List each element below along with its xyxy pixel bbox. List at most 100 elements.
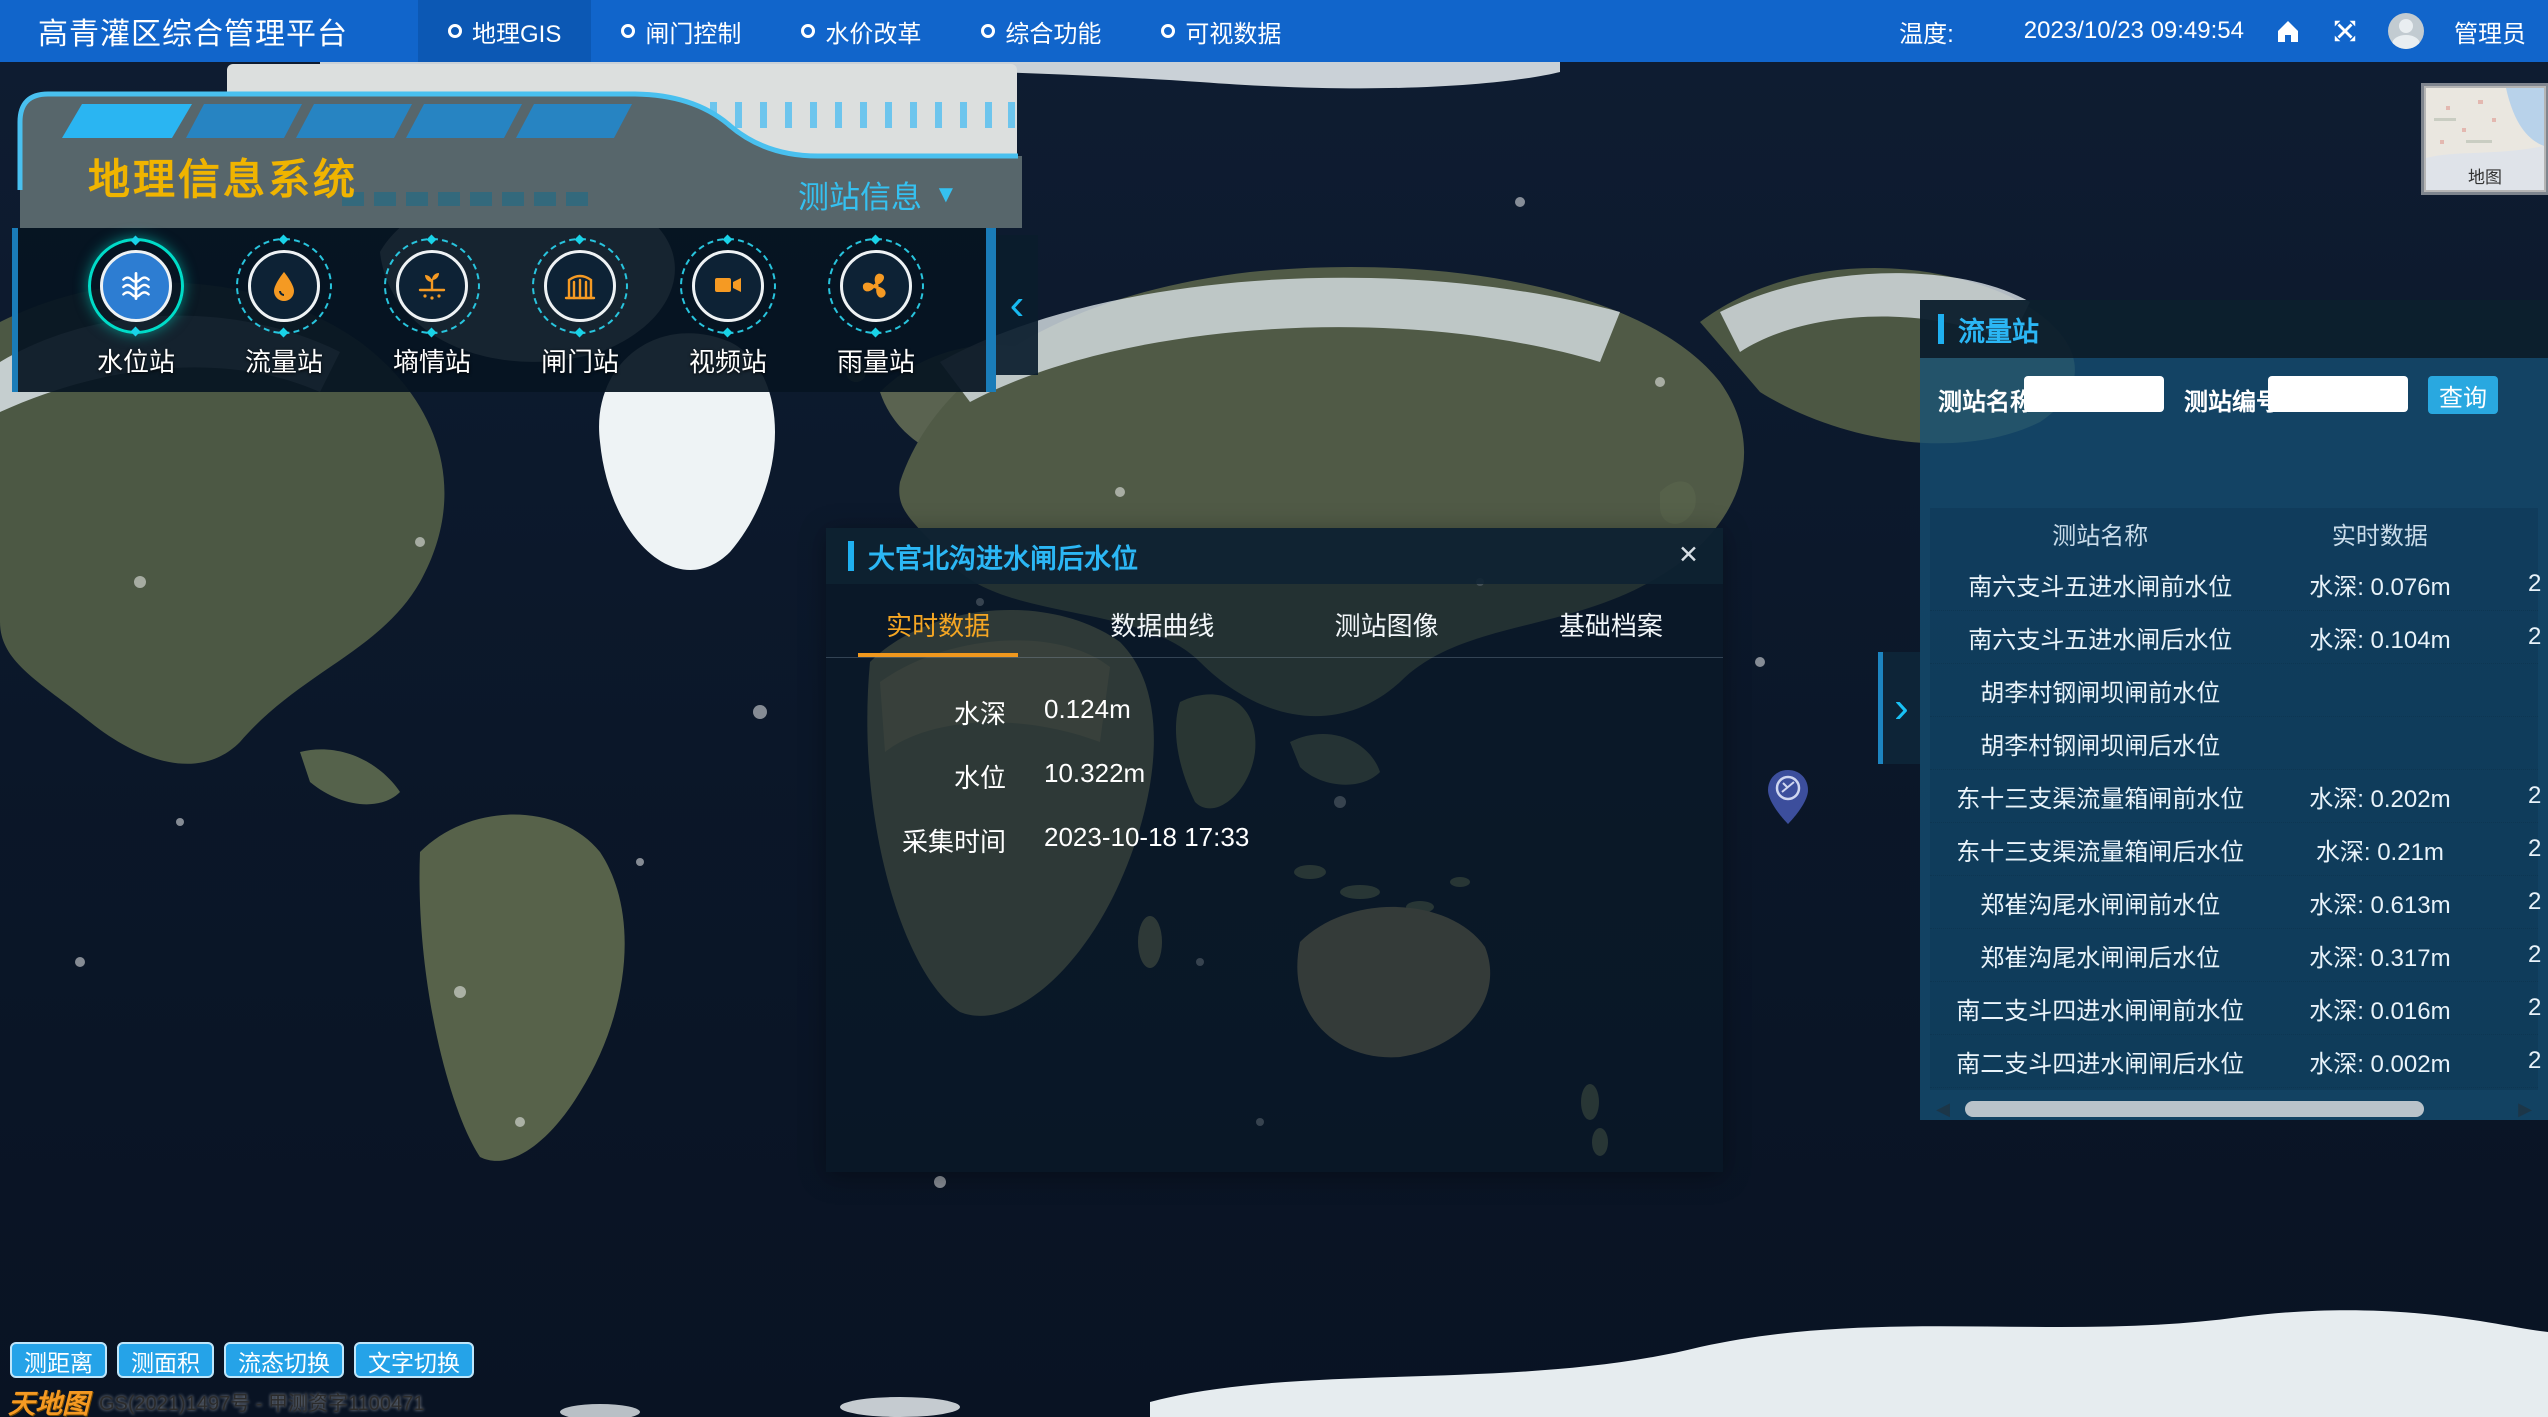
field-label: 水位 (826, 758, 1006, 795)
cell-station-name: 胡李村钢闸坝闸后水位 (1930, 726, 2270, 761)
table-row[interactable]: 郑崔沟尾水闸闸前水位 水深: 0.613m 2 (1930, 876, 2538, 929)
cell-station-name: 南六支斗五进水闸后水位 (1930, 620, 2270, 655)
flow-state-toggle-button[interactable]: 流态切换 (224, 1342, 344, 1378)
minimap[interactable]: 地图 (2424, 86, 2546, 192)
measure-area-button[interactable]: 测面积 (117, 1342, 214, 1378)
video-icon (710, 268, 746, 304)
tianditu-logo: 天地图 (8, 1382, 89, 1417)
nav-item-water-price[interactable]: 水价改革 (771, 0, 951, 62)
field-collect-time: 采集时间 2023-10-18 17:33 (826, 822, 1723, 859)
station-type-video[interactable]: 视频站 (668, 238, 788, 379)
table-row[interactable]: 郑崔沟尾水闸闸后水位 水深: 0.317m 2 (1930, 929, 2538, 982)
nav-label: 水价改革 (825, 14, 921, 49)
cell-realtime-value: 水深: 0.016m (2270, 991, 2489, 1026)
gis-panel-collapse-button[interactable]: ‹ (996, 235, 1038, 375)
home-icon[interactable] (2274, 17, 2302, 45)
user-name[interactable]: 管理员 (2454, 14, 2526, 49)
table-row[interactable]: 南二支斗四进水闸闸前水位 水深: 0.016m 2 (1930, 982, 2538, 1035)
col-header-realtime: 实时数据 (2270, 516, 2489, 551)
station-code-input[interactable] (2268, 376, 2408, 412)
measure-distance-button[interactable]: 测距离 (10, 1342, 107, 1378)
cell-station-name: 南二支斗四进水闸闸后水位 (1930, 1044, 2270, 1079)
cell-station-name: 郑崔沟尾水闸闸前水位 (1930, 885, 2270, 920)
station-map-pin[interactable] (1766, 768, 1810, 826)
tab-basic-archive[interactable]: 基础档案 (1499, 606, 1723, 657)
station-type-flow[interactable]: 流量站 (224, 238, 344, 379)
cell-clipped-time: 2 (2528, 570, 2548, 598)
temperature-label: 温度: (1899, 14, 1954, 49)
tab-realtime-data[interactable]: 实时数据 (826, 606, 1050, 657)
tab-station-image[interactable]: 测站图像 (1275, 606, 1499, 657)
station-type-gate[interactable]: 闸门站 (520, 238, 640, 379)
text-toggle-button[interactable]: 文字切换 (354, 1342, 474, 1378)
table-row[interactable]: 南二支斗四进水闸闸后水位 水深: 0.002m 2 (1930, 1035, 2538, 1088)
flow-station-panel: 流量站 测站名称 测站编号 查询 测站名称 实时数据 南六支斗五进水闸前水位 水… (1920, 300, 2548, 1120)
nav-label: 地理GIS (472, 14, 561, 49)
station-type-label: 雨量站 (837, 342, 915, 379)
field-value: 0.124m (1044, 694, 1131, 731)
table-row[interactable]: 南六支斗五进水闸前水位 水深: 0.076m 2 (1930, 558, 2538, 611)
nav-circle-icon (448, 24, 462, 38)
cell-realtime-value: 水深: 0.613m (2270, 885, 2489, 920)
query-button[interactable]: 查询 (2428, 376, 2498, 414)
nav-label: 闸门控制 (645, 14, 741, 49)
fullscreen-icon[interactable] (2332, 18, 2358, 44)
nav-circle-icon (801, 24, 815, 38)
nav-item-visual-data[interactable]: 可视数据 (1131, 0, 1311, 62)
close-icon[interactable]: ✕ (1678, 540, 1699, 570)
nav-circle-icon (981, 24, 995, 38)
station-type-label: 视频站 (689, 342, 767, 379)
cell-realtime-value: 水深: 0.317m (2270, 938, 2489, 973)
realtime-fields: 水深 0.124m 水位 10.322m 采集时间 2023-10-18 17:… (826, 694, 1723, 859)
table-row[interactable]: 南六支斗五进水闸后水位 水深: 0.104m 2 (1930, 611, 2538, 664)
gis-panel-title: 地理信息系统 (88, 146, 358, 207)
table-row[interactable]: 胡李村钢闸坝闸后水位 (1930, 717, 2538, 770)
scroll-right-icon[interactable]: ▶ (2514, 1099, 2536, 1120)
title-accent-bar (848, 541, 854, 571)
nav-item-comprehensive[interactable]: 综合功能 (951, 0, 1131, 62)
water-level-icon (117, 267, 155, 305)
table-row[interactable]: 胡李村钢闸坝闸前水位 (1930, 664, 2538, 717)
soil-moisture-icon (414, 268, 450, 304)
station-type-label: 流量站 (245, 342, 323, 379)
title-accent-bar (1938, 314, 1944, 344)
user-avatar[interactable] (2388, 13, 2424, 49)
station-type-water-level[interactable]: 水位站 (76, 238, 196, 379)
station-ring (828, 238, 924, 334)
nav-item-gis[interactable]: 地理GIS (418, 0, 591, 62)
chevron-down-icon: ▼ (934, 181, 958, 209)
station-type-label: 水位站 (97, 342, 175, 379)
field-water-level: 水位 10.322m (826, 758, 1723, 795)
station-type-rain[interactable]: 雨量站 (816, 238, 936, 379)
nav-item-gate-control[interactable]: 闸门控制 (591, 0, 771, 62)
nav-circle-icon (621, 24, 635, 38)
total-count: 共 865 条 (1934, 1115, 2029, 1120)
station-type-soil-moisture[interactable]: 墒情站 (372, 238, 492, 379)
flow-panel-expand-button[interactable]: › (1878, 652, 1920, 764)
cell-station-name: 胡李村钢闸坝闸前水位 (1930, 673, 2270, 708)
cell-clipped-time: 2 (2528, 994, 2548, 1022)
field-label: 采集时间 (826, 822, 1006, 859)
tab-data-curve[interactable]: 数据曲线 (1050, 606, 1274, 657)
app-title: 高青灌区综合管理平台 (38, 9, 348, 53)
popup-body: 实时数据 数据曲线 测站图像 基础档案 水深 0.124m 水位 10.322m… (826, 584, 1723, 1172)
station-code-label: 测站编号 (2184, 382, 2280, 417)
station-name-label: 测站名称 (1938, 382, 2034, 417)
station-ring (88, 238, 184, 334)
flow-panel-body: 测站名称 测站编号 查询 测站名称 实时数据 南六支斗五进水闸前水位 水深: 0… (1920, 358, 2548, 1120)
table-row[interactable]: 东十三支渠流量箱闸前水位 水深: 0.202m 2 (1930, 770, 2538, 823)
station-type-label: 墒情站 (393, 342, 471, 379)
main-nav: 地理GIS 闸门控制 水价改革 综合功能 可视数据 (418, 0, 1311, 62)
cell-clipped-time: 2 (2528, 835, 2548, 863)
station-ring (384, 238, 480, 334)
station-detail-popup: 大官北沟进水闸后水位 ✕ 实时数据 数据曲线 测站图像 基础档案 水深 0.12… (826, 528, 1723, 1172)
col-header-name: 测站名称 (1930, 516, 2270, 551)
scrollbar-track[interactable] (1954, 1100, 2514, 1118)
cell-clipped-time: 2 (2528, 941, 2548, 969)
station-info-dropdown[interactable]: 测站信息 ▼ (798, 172, 958, 217)
cell-clipped-time: 2 (2528, 888, 2548, 916)
station-info-dropdown-label: 测站信息 (798, 172, 922, 217)
cell-station-name: 东十三支渠流量箱闸后水位 (1930, 832, 2270, 867)
table-row[interactable]: 东十三支渠流量箱闸后水位 水深: 0.21m 2 (1930, 823, 2538, 876)
station-name-input[interactable] (2024, 376, 2164, 412)
